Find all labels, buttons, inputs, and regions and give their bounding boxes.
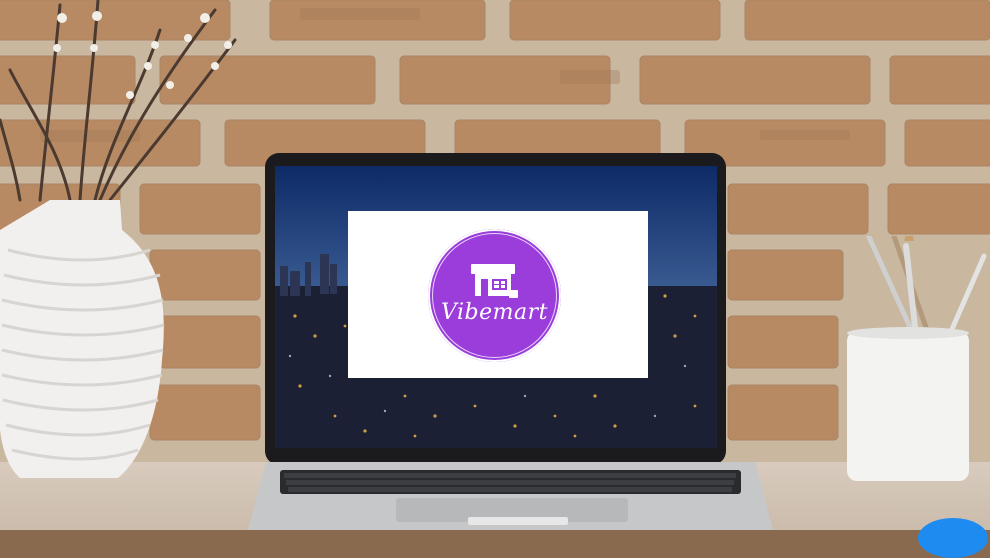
- brand-name: Vibemart: [441, 300, 548, 325]
- storefront-icon: [471, 264, 518, 298]
- scene: Vibemart: [0, 0, 990, 558]
- chat-bubble-icon[interactable]: [918, 518, 988, 558]
- brush-holder: [847, 236, 987, 481]
- branches: [0, 0, 237, 202]
- laptop-keyboard-base: [248, 462, 773, 530]
- white-vase: [0, 200, 165, 478]
